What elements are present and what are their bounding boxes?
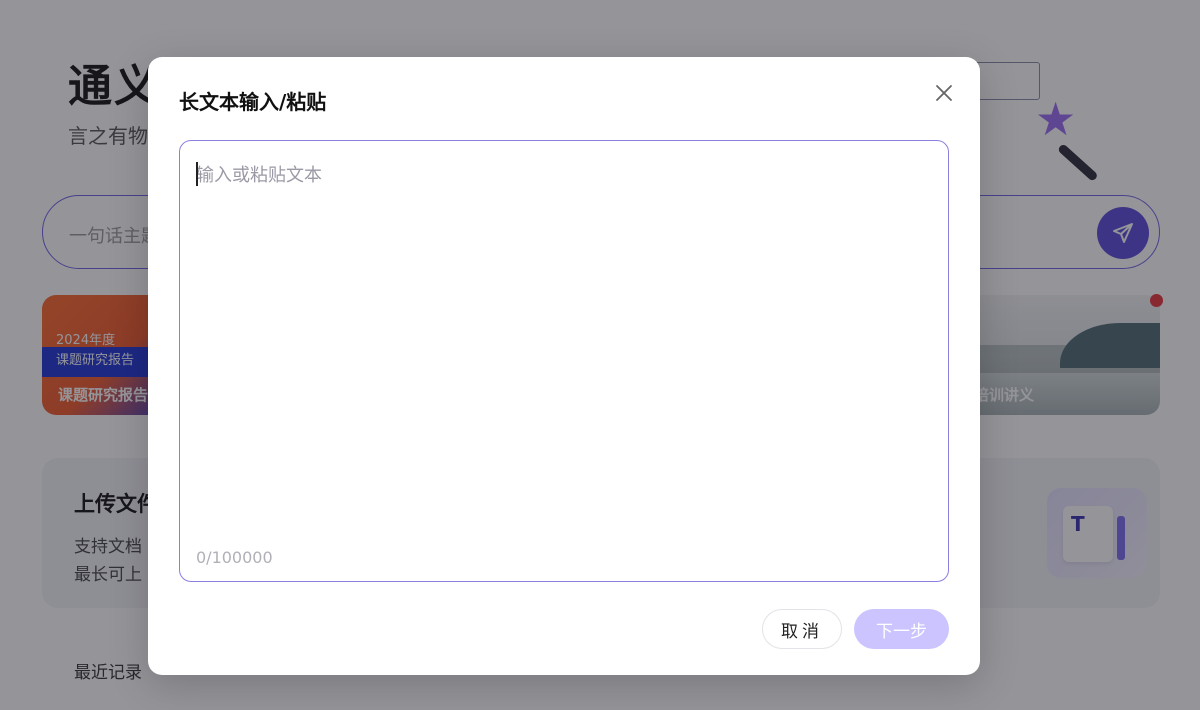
cancel-button[interactable]: 取消: [762, 609, 842, 649]
textarea-placeholder: 输入或粘贴文本: [196, 165, 322, 186]
character-counter: 0/100000: [196, 548, 273, 567]
dialog-title: 长文本输入/粘贴: [179, 90, 327, 114]
close-icon: [936, 85, 952, 101]
long-text-textarea[interactable]: 输入或粘贴文本 0/100000: [179, 140, 949, 582]
long-text-input-dialog: 长文本输入/粘贴 输入或粘贴文本 0/100000 取消 下一步: [148, 57, 980, 675]
text-caret: [196, 162, 198, 186]
close-button[interactable]: [930, 79, 958, 107]
next-step-button[interactable]: 下一步: [854, 609, 949, 649]
